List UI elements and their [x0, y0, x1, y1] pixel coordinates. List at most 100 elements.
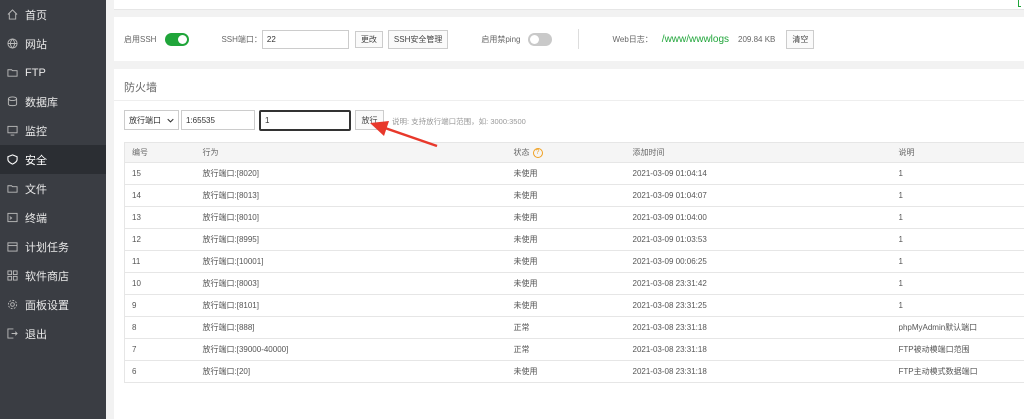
table-cell: 放行端口:[8013]	[195, 184, 507, 207]
logout-icon	[7, 328, 18, 339]
table-cell: 未使用	[506, 360, 626, 383]
sidebar-item-1[interactable]: 网站	[0, 29, 106, 58]
rule-type-value: 放行端口	[129, 115, 161, 125]
table-cell: 2021-03-09 01:04:07	[625, 184, 892, 207]
sidebar-item-2[interactable]: FTP	[0, 58, 106, 87]
table-cell: 1	[891, 250, 1024, 273]
table-row: 11 放行端口:[10001] 未使用 2021-03-09 00:06:25 1	[124, 250, 1024, 273]
table-cell: 1	[891, 228, 1024, 251]
allow-button[interactable]: 放行	[355, 110, 384, 130]
globe-icon	[7, 38, 18, 49]
table-row: 7 放行端口:[39000-40000] 正常 2021-03-08 23:31:18…	[124, 338, 1024, 361]
table-cell: 未使用	[506, 228, 626, 251]
help-icon[interactable]: ?	[532, 147, 543, 158]
table-cell: 1	[891, 272, 1024, 295]
table-cell: 10	[124, 272, 196, 295]
table-cell: 1	[891, 184, 1024, 207]
sidebar-item-label: 首页	[25, 9, 47, 22]
table-cell: 放行端口:[888]	[195, 316, 507, 339]
folder-icon	[7, 67, 18, 78]
corner-decoration	[1018, 0, 1021, 7]
sidebar-item-8[interactable]: 计划任务	[0, 232, 106, 261]
table-cell: 1	[891, 162, 1024, 185]
col-time: 添加时间	[625, 142, 892, 163]
col-remark: 说明	[891, 142, 1024, 163]
sidebar-item-9[interactable]: 软件商店	[0, 261, 106, 290]
grid-icon	[7, 270, 18, 281]
table-cell: 1	[891, 206, 1024, 229]
table-cell: 2021-03-08 23:31:42	[625, 272, 892, 295]
table-row: 13 放行端口:[8010] 未使用 2021-03-09 01:04:00 1	[124, 206, 1024, 229]
sidebar-item-label: 面板设置	[25, 299, 69, 312]
table-cell: 放行端口:[39000-40000]	[195, 338, 507, 361]
ssh-port-input[interactable]: 22	[261, 29, 349, 49]
sidebar-item-6[interactable]: 文件	[0, 174, 106, 203]
table-cell: 11	[124, 250, 196, 273]
table-cell: 正常	[506, 338, 626, 361]
sidebar-item-7[interactable]: 终端	[0, 203, 106, 232]
sidebar-nav: 首页网站 FTP 数据库监控安全文件终端 计划任务 软件商店面板设置退出	[0, 0, 106, 348]
table-cell: 未使用	[506, 184, 626, 207]
table-cell: FTP主动模式数据端口	[891, 360, 1024, 383]
monitor-icon	[7, 125, 18, 136]
ssh-security-button[interactable]: SSH安全管理	[387, 29, 449, 49]
sidebar-item-5[interactable]: 安全	[0, 145, 106, 174]
ssh-enable-label: 启用SSH	[124, 34, 157, 44]
col-status: 状态?	[506, 142, 626, 163]
table-row: 15 放行端口:[8020] 未使用 2021-03-09 01:04:14 1	[124, 162, 1024, 185]
table-cell: 未使用	[506, 162, 626, 185]
table-cell: 放行端口:[20]	[195, 360, 507, 383]
port-input[interactable]: 1:65535	[181, 110, 255, 130]
table-cell: 正常	[506, 316, 626, 339]
change-port-button[interactable]: 更改	[354, 30, 383, 48]
table-cell: 放行端口:[8003]	[195, 272, 507, 295]
col-id: 编号	[124, 142, 196, 163]
sidebar-item-10[interactable]: 面板设置	[0, 290, 106, 319]
gear-icon	[7, 299, 18, 310]
table-cell: 放行端口:[8101]	[195, 294, 507, 317]
table-cell: 2021-03-09 00:06:25	[625, 250, 892, 273]
remark-input[interactable]: 1	[259, 110, 351, 131]
ssh-toggle[interactable]	[165, 32, 190, 46]
clear-log-button[interactable]: 清空	[786, 29, 815, 49]
table-cell: 7	[124, 338, 196, 361]
table-row: 9 放行端口:[8101] 未使用 2021-03-08 23:31:25 1	[124, 294, 1024, 317]
table-cell: 2021-03-08 23:31:18	[625, 360, 892, 383]
sidebar-item-11[interactable]: 退出	[0, 319, 106, 348]
sidebar-item-0[interactable]: 首页	[0, 0, 106, 29]
sidebar-item-label: 数据库	[25, 96, 58, 109]
table-cell: 未使用	[506, 250, 626, 273]
sidebar-item-3[interactable]: 数据库	[0, 87, 106, 116]
sidebar-item-label: 退出	[25, 328, 47, 341]
table-cell: 放行端口:[8995]	[195, 228, 507, 251]
terminal-icon	[7, 212, 18, 223]
table-cell: 未使用	[506, 272, 626, 295]
table-cell: 2021-03-09 01:03:53	[625, 228, 892, 251]
ssh-port-label: SSH端口：	[221, 34, 262, 44]
table-header-row: 编号 行为 状态? 添加时间 说明	[124, 142, 1024, 163]
table-row: 6 放行端口:[20] 未使用 2021-03-08 23:31:18 FTP主动模式数…	[124, 360, 1024, 383]
ping-toggle[interactable]	[528, 32, 553, 46]
ping-label: 启用禁ping	[481, 34, 521, 44]
table-cell: 2021-03-09 01:04:00	[625, 206, 892, 229]
sidebar-item-label: 文件	[25, 183, 47, 196]
table-cell: 2021-03-08 23:31:18	[625, 316, 892, 339]
firewall-table: 编号 行为 状态? 添加时间 说明 15 放行端口:[8020] 未使用 2021-0…	[124, 142, 1024, 383]
table-cell: 2021-03-08 23:31:25	[625, 294, 892, 317]
firewall-panel: 防火墙 放行端口 1:65535 1 放行 说明: 支持放行端口范围，如: 30…	[114, 69, 1024, 419]
sidebar-item-label: FTP	[25, 66, 46, 79]
table-cell: 6	[124, 360, 196, 383]
weblog-label: Web日志：	[612, 34, 653, 44]
sidebar-item-label: 监控	[25, 125, 47, 138]
firewall-controls: 放行端口 1:65535 1 放行 说明: 支持放行端口范围，如: 3000:3…	[124, 110, 1004, 131]
table-cell: 未使用	[506, 206, 626, 229]
table-cell: 1	[891, 294, 1024, 317]
sidebar-item-4[interactable]: 监控	[0, 116, 106, 145]
home-icon	[7, 9, 18, 20]
rule-type-select[interactable]: 放行端口	[124, 110, 179, 130]
ssh-settings-panel: 启用SSH SSH端口： 22 更改 SSH安全管理 启用禁ping Web日志…	[114, 17, 1024, 61]
chevron-down-icon	[167, 118, 174, 123]
table-cell: 15	[124, 162, 196, 185]
weblog-path: /www/wwwlogs	[661, 33, 730, 45]
file-folder-icon	[7, 183, 18, 194]
